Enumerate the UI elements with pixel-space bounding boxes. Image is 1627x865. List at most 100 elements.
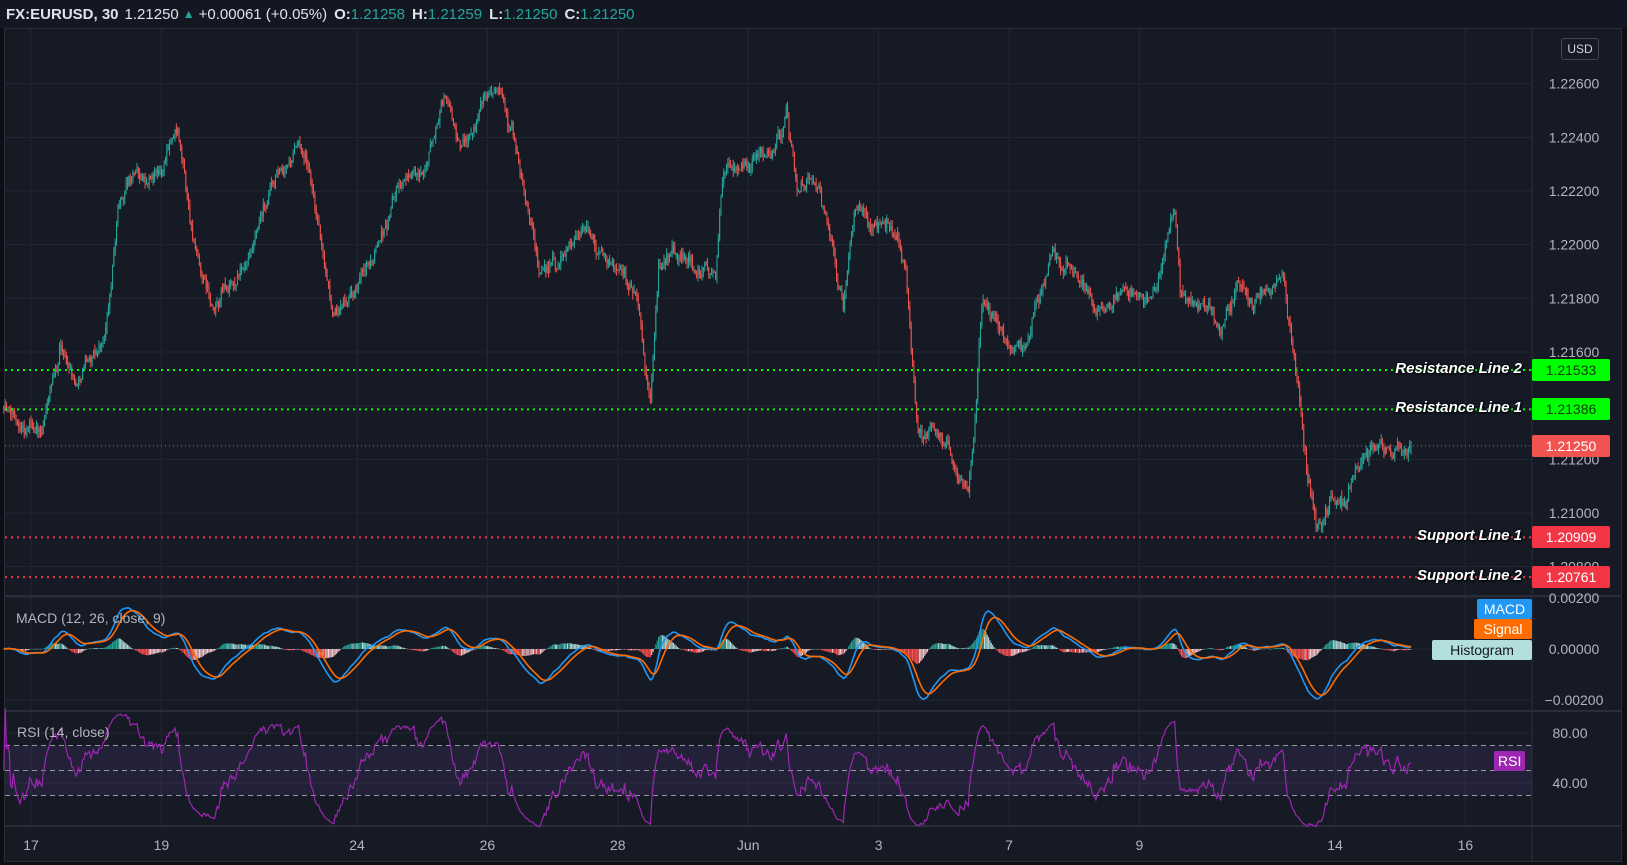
macd-histogram-bar xyxy=(136,649,138,651)
macd-histogram-bar xyxy=(1377,648,1380,649)
macd-histogram-bar xyxy=(1000,649,1002,654)
macd-histogram-bar xyxy=(1170,643,1172,649)
currency-button[interactable]: USD xyxy=(1561,38,1599,60)
candle-body xyxy=(325,266,327,273)
macd-histogram-bar xyxy=(1030,649,1032,650)
candle-body xyxy=(269,187,271,196)
candle-body xyxy=(281,168,283,173)
candle-body xyxy=(26,429,28,433)
candle-body xyxy=(1023,346,1025,351)
macd-histogram-bar xyxy=(819,649,821,650)
macd-histogram-bar xyxy=(1034,645,1036,649)
candle-body xyxy=(1227,308,1229,312)
candle-body xyxy=(840,288,842,290)
macd-histogram-bar xyxy=(364,643,366,649)
macd-histogram-bar xyxy=(1038,645,1040,649)
candle-body xyxy=(1206,306,1208,309)
candle-body xyxy=(1159,273,1161,278)
candle-body xyxy=(186,188,188,200)
macd-histogram-bar xyxy=(1023,649,1025,652)
candle-body xyxy=(1061,269,1063,271)
candle-body xyxy=(1254,299,1256,309)
time-tick-label: 14 xyxy=(1327,837,1343,853)
candle-body xyxy=(338,308,340,311)
macd-histogram-bar xyxy=(58,643,61,649)
candle-body xyxy=(571,242,573,247)
candle-body xyxy=(1232,302,1234,304)
chart-canvas[interactable]: 1.226001.224001.222001.220001.218001.216… xyxy=(0,0,1627,865)
macd-histogram-bar xyxy=(674,644,676,649)
candle-body xyxy=(34,427,36,431)
macd-histogram-bar xyxy=(808,649,810,651)
candle-body xyxy=(139,174,141,179)
candle-body xyxy=(594,235,596,246)
candle-body xyxy=(319,224,321,239)
macd-legend[interactable]: MACD (12, 26, close, 9) xyxy=(16,610,165,626)
macd-tag-macd: MACD xyxy=(1477,599,1532,619)
candle-body xyxy=(826,212,828,223)
candle-body xyxy=(1157,277,1159,286)
macd-histogram-bar xyxy=(1386,649,1388,651)
candle-body xyxy=(524,190,526,201)
macd-histogram-bar xyxy=(1320,649,1322,651)
macd-histogram-bar xyxy=(1353,642,1355,649)
candle-body xyxy=(421,172,423,175)
macd-histogram-bar xyxy=(1024,649,1026,652)
macd-histogram-bar xyxy=(933,644,935,649)
macd-histogram-bar xyxy=(289,649,291,651)
macd-histogram-bar xyxy=(440,645,442,649)
candle-body xyxy=(802,182,804,185)
candle-body xyxy=(929,426,931,430)
macd-histogram-bar xyxy=(846,648,848,650)
macd-histogram-bar xyxy=(75,649,77,654)
candle-body xyxy=(318,221,320,225)
candle-body xyxy=(888,223,890,230)
macd-histogram-bar xyxy=(1246,647,1248,649)
candle-body xyxy=(933,427,935,430)
candle-body xyxy=(613,259,615,270)
candle-body xyxy=(1102,307,1104,309)
candle-body xyxy=(14,411,16,415)
macd-histogram-bar xyxy=(1303,649,1305,661)
candle-body xyxy=(37,425,39,433)
macd-histogram-bar xyxy=(686,649,688,652)
candle-body xyxy=(1322,523,1324,528)
macd-histogram-bar xyxy=(1020,649,1022,653)
macd-histogram-bar xyxy=(436,646,438,649)
macd-histogram-bar xyxy=(224,643,226,649)
macd-histogram-bar xyxy=(633,649,635,651)
candle-body xyxy=(742,164,744,169)
macd-histogram-bar xyxy=(652,649,654,652)
candle-body xyxy=(519,162,521,173)
candle-body xyxy=(1174,211,1176,215)
macd-histogram-bar xyxy=(1349,643,1351,649)
candle-body xyxy=(1402,452,1404,454)
candle-body xyxy=(950,447,952,454)
macd-histogram-bar xyxy=(1035,645,1037,649)
macd-histogram-bar xyxy=(1175,645,1177,649)
candle-body xyxy=(270,182,272,188)
macd-histogram-bar xyxy=(956,647,958,649)
macd-histogram-bar xyxy=(394,645,396,649)
candle-body xyxy=(126,182,128,186)
macd-histogram-bar xyxy=(685,649,687,651)
candle-body xyxy=(807,174,809,179)
macd-histogram-bar xyxy=(399,646,402,649)
macd-histogram-bar xyxy=(384,645,387,649)
candle-body xyxy=(960,476,962,481)
candle-body xyxy=(1162,258,1163,270)
candle-body xyxy=(419,173,420,177)
macd-histogram-bar xyxy=(474,649,476,650)
candle-body xyxy=(1308,479,1310,483)
candle-body xyxy=(1129,288,1131,298)
candle-body xyxy=(262,204,264,217)
rsi-legend[interactable]: RSI (14, close) xyxy=(17,724,110,740)
candle-body xyxy=(279,170,281,172)
candle-body xyxy=(207,286,209,289)
candle-body xyxy=(284,169,286,174)
macd-histogram-bar xyxy=(202,649,205,656)
candle-body xyxy=(440,101,442,113)
macd-histogram-bar xyxy=(765,649,767,652)
macd-histogram-bar xyxy=(850,641,852,649)
macd-histogram-bar xyxy=(1050,645,1052,649)
